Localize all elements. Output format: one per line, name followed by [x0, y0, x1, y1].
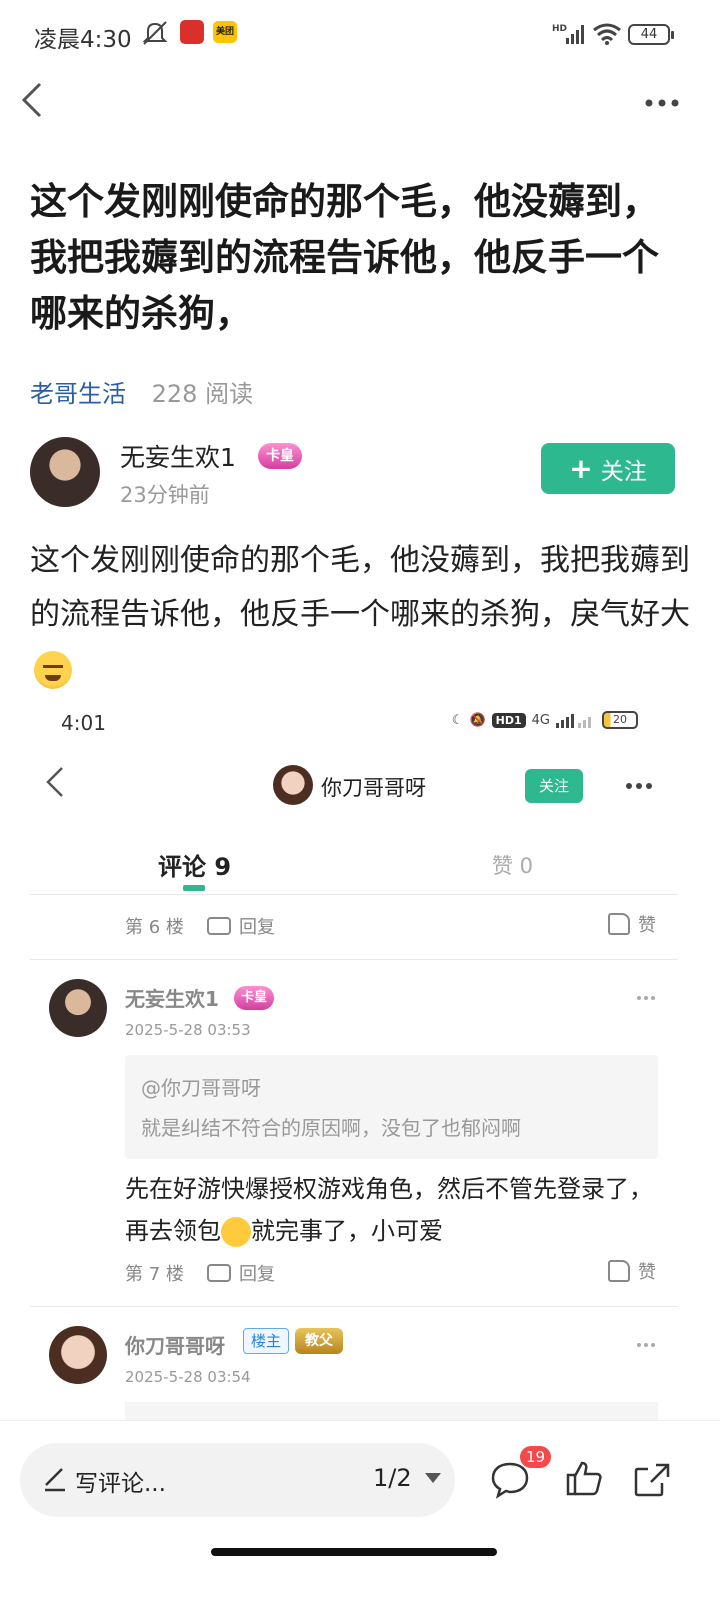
shot-more-icon — [625, 771, 653, 796]
comment-placeholder: 写评论... — [75, 1471, 166, 1497]
post-title: 这个发刚刚使命的那个毛，他没薅到，我把我薅到的流程告诉他，他反手一个哪来的杀狗， — [30, 180, 659, 335]
quoted-comment: @你刀哥哥呀 就是纠结不符合的原因啊，没包了也郁闷啊 — [125, 1055, 658, 1159]
divider — [30, 959, 678, 960]
author-avatar[interactable] — [30, 437, 100, 507]
status-time: 凌晨4:30 — [34, 27, 132, 53]
like-action: 赞 — [608, 1258, 656, 1284]
battery-icon: 20 — [602, 711, 638, 729]
rank-badge: 教父 — [295, 1328, 343, 1354]
follow-button[interactable]: + 关注 — [541, 443, 675, 494]
moon-icon: ☾ — [451, 712, 464, 728]
status-right: HD 44 — [552, 20, 674, 48]
post-image-screenshot[interactable]: 4:01 ☾ 🔕 HD1 4G 20 你刀哥哥呀 关注 评论 9 赞 0 第 6… — [30, 695, 678, 1420]
signal-icon: HD — [552, 24, 584, 44]
like-action: 赞 — [608, 911, 656, 937]
battery-icon: 44 — [628, 23, 674, 45]
post-time: 23分钟前 — [120, 483, 210, 507]
comment-author: 你刀哥哥呀 — [125, 1334, 225, 1358]
svg-text:HD: HD — [552, 24, 567, 34]
grimace-emoji-icon — [34, 650, 72, 689]
comment-input[interactable]: 写评论... 1/2 — [20, 1443, 455, 1517]
comment-time: 2025-5-28 03:53 — [125, 1021, 251, 1039]
shot-tab-indicator — [183, 885, 205, 891]
shot-back-icon — [44, 765, 66, 808]
follow-label: 关注 — [600, 458, 647, 485]
comment-avatar — [49, 979, 107, 1037]
comment-author-badge: 卡皇 — [234, 986, 275, 1010]
quoted-comment-partial — [125, 1402, 658, 1420]
shot-follow-button: 关注 — [525, 769, 583, 803]
comment-author: 无妄生欢1 — [125, 987, 219, 1011]
reply-label: 回复 — [239, 1264, 275, 1285]
comment-avatar — [49, 1326, 107, 1384]
more-button[interactable] — [644, 82, 680, 115]
meituan-notification-icon: 美团 — [213, 21, 237, 43]
comment-text-part2: 就完事了，小可爱 — [251, 1217, 443, 1245]
share-icon — [634, 1463, 670, 1497]
mute-icon — [142, 21, 168, 45]
pen-icon — [45, 1468, 65, 1492]
page-indicator[interactable]: 1/2 — [373, 1464, 412, 1492]
like-button[interactable] — [564, 1459, 604, 1503]
back-button[interactable] — [18, 80, 58, 120]
reply-icon — [207, 917, 231, 935]
hd-label: HD1 — [491, 712, 526, 728]
floor-number: 第 7 楼 — [125, 1264, 184, 1285]
shot-tab-likes: 赞 0 — [492, 854, 534, 878]
like-label: 赞 — [638, 1262, 656, 1283]
crying-laugh-emoji-icon — [221, 1217, 251, 1247]
signal-icon — [556, 714, 591, 728]
author-badge: 卡皇 — [258, 443, 302, 469]
owner-badge: 楼主 — [243, 1328, 290, 1354]
thumbs-up-icon — [566, 1461, 602, 1496]
share-button[interactable] — [632, 1459, 672, 1503]
status-bar: 凌晨4:30 美团 HD 44 — [0, 0, 720, 70]
post-content: 这个发刚刚使命的那个毛，他没薅到，我把我薅到的流程告诉他，他反手一个哪来的杀狗，… — [30, 534, 690, 696]
comment-more-icon — [636, 985, 656, 1006]
comment-time: 2025-5-28 03:54 — [125, 1368, 251, 1386]
shot-user-name: 你刀哥哥呀 — [321, 776, 426, 800]
quote-text: 就是纠结不符合的原因啊，没包了也郁闷啊 — [141, 1116, 521, 1140]
caret-down-icon[interactable] — [425, 1473, 441, 1483]
thumbs-up-icon — [608, 1260, 630, 1282]
like-label: 赞 — [638, 915, 656, 936]
app-notification-icon — [180, 20, 204, 44]
comment-more-icon — [636, 1332, 656, 1353]
bottom-bar: 写评论... 1/2 19 — [0, 1420, 720, 1600]
shot-status-time: 4:01 — [61, 711, 106, 735]
thumbs-up-icon — [608, 913, 630, 935]
mute-icon: 🔕 — [469, 712, 486, 728]
post-content-text: 这个发刚刚使命的那个毛，他没薅到，我把我薅到的流程告诉他，他反手一个哪来的杀狗，… — [30, 543, 690, 632]
author-name[interactable]: 无妄生欢1 — [120, 438, 236, 474]
comment-count-badge: 19 — [520, 1446, 552, 1468]
shot-tab-comments: 评论 9 — [158, 853, 232, 881]
divider — [30, 1306, 678, 1307]
shot-status-right: ☾ 🔕 HD1 4G 20 — [452, 711, 638, 729]
read-count: 228 阅读 — [151, 380, 254, 408]
chevron-left-icon — [21, 82, 42, 118]
reply-label: 回复 — [239, 917, 275, 938]
reply-action: 回复 — [207, 913, 275, 939]
home-indicator[interactable] — [211, 1548, 497, 1556]
quote-mention: @你刀哥哥呀 — [141, 1076, 261, 1100]
circle-link[interactable]: 老哥生活 — [30, 380, 126, 408]
network-label: 4G — [531, 712, 550, 728]
more-horizontal-icon — [645, 99, 679, 107]
post-meta: 老哥生活 228 阅读 — [30, 374, 253, 409]
reply-action: 回复 — [207, 1260, 275, 1286]
shot-user-avatar — [273, 765, 313, 805]
divider — [30, 894, 678, 895]
reply-icon — [207, 1264, 231, 1282]
wifi-icon — [593, 23, 621, 45]
floor-number: 第 6 楼 — [125, 917, 184, 938]
plus-icon: + — [569, 452, 593, 485]
comment-text: 先在好游快爆授权游戏角色，然后不管先登录了，再去领包 就完事了，小可爱 — [125, 1168, 655, 1252]
